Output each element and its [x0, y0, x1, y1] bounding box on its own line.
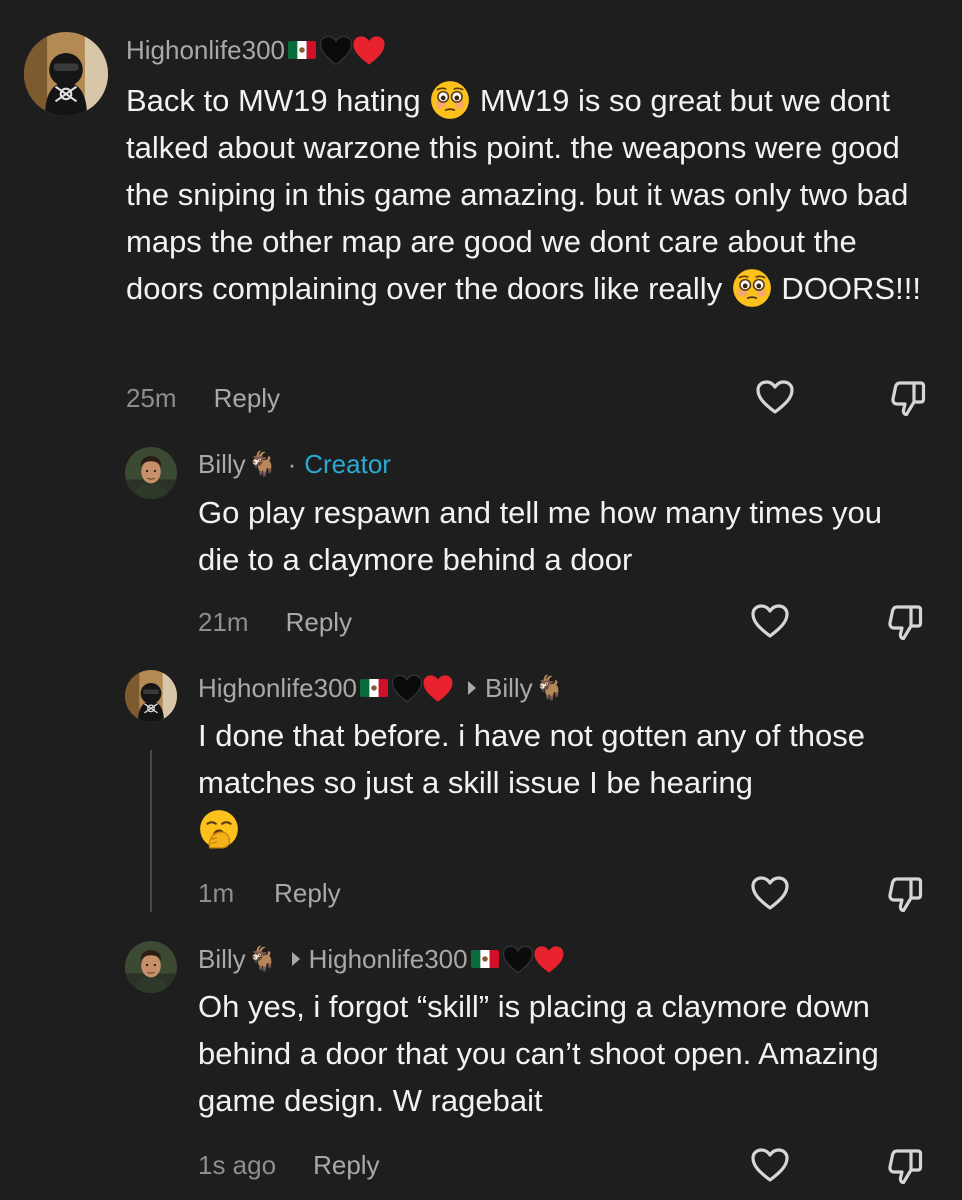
- comment-text: Oh yes, i forgot “skill” is placing a cl…: [198, 989, 879, 1118]
- red-heart-icon: [422, 674, 454, 703]
- red-heart-icon: [352, 35, 386, 66]
- comment-text: Go play respawn and tell me how many tim…: [198, 495, 883, 577]
- comment-meta: 1m Reply: [198, 875, 341, 911]
- comment-meta: 21m Reply: [198, 604, 352, 640]
- comment-header: Billy 🐐 · Creator: [198, 446, 391, 482]
- comment-header: Highonlife300 Billy 🐐: [198, 670, 565, 706]
- timestamp: 1s ago: [198, 1149, 277, 1180]
- thumbs-down-icon[interactable]: [885, 873, 925, 913]
- reply-button[interactable]: Reply: [313, 1150, 379, 1181]
- goat-emoji: 🐐: [534, 674, 565, 702]
- avatar[interactable]: [125, 670, 177, 722]
- black-heart-icon: [391, 674, 423, 703]
- thumbs-down-icon[interactable]: [885, 601, 925, 641]
- avatar[interactable]: [125, 447, 177, 499]
- flushed-face-icon: [429, 79, 471, 121]
- yawning-face-icon: [198, 808, 240, 850]
- separator-dot: ·: [287, 448, 297, 479]
- reply-to-username[interactable]: Billy: [485, 673, 533, 704]
- timestamp: 21m: [198, 606, 249, 637]
- comment-text: Back to MW19 hating MW19 is so great but…: [126, 77, 941, 312]
- comment-text: I done that before. i have not gotten an…: [198, 712, 933, 853]
- goat-emoji: 🐐: [247, 945, 278, 973]
- reply-to-username[interactable]: Highonlife300: [309, 944, 468, 975]
- comment-meta: 25m Reply: [126, 380, 280, 416]
- mexico-flag-icon: [288, 41, 316, 59]
- comment-meta: 1s ago Reply: [198, 1147, 380, 1183]
- thumbs-down-icon[interactable]: [885, 1145, 925, 1185]
- thumbs-down-icon[interactable]: [888, 377, 928, 417]
- username[interactable]: Billy: [198, 944, 246, 975]
- reply-button[interactable]: Reply: [274, 878, 340, 909]
- like-heart-icon[interactable]: [750, 875, 790, 911]
- username[interactable]: Billy: [198, 449, 246, 480]
- black-heart-icon: [319, 35, 353, 66]
- username[interactable]: Highonlife300: [126, 35, 285, 66]
- username[interactable]: Highonlife300: [198, 673, 357, 704]
- black-heart-icon: [502, 945, 534, 974]
- red-heart-icon: [533, 945, 565, 974]
- mexico-flag-icon: [471, 950, 499, 968]
- reply-button[interactable]: Reply: [286, 607, 352, 638]
- goat-emoji: 🐐: [247, 450, 278, 478]
- comment-header: Highonlife300: [126, 30, 386, 70]
- thread-line: [150, 750, 152, 912]
- timestamp: 25m: [126, 382, 177, 413]
- timestamp: 1m: [198, 877, 235, 908]
- creator-badge: Creator: [304, 448, 391, 479]
- reply-arrow-icon: [291, 952, 300, 966]
- flushed-face-icon: [731, 267, 773, 309]
- like-heart-icon[interactable]: [750, 1147, 790, 1183]
- like-heart-icon[interactable]: [755, 379, 795, 415]
- reply-button[interactable]: Reply: [214, 383, 280, 414]
- mexico-flag-icon: [360, 679, 388, 697]
- reply-arrow-icon: [468, 681, 477, 695]
- comment-header: Billy 🐐 Highonlife300: [198, 941, 565, 977]
- like-heart-icon[interactable]: [750, 603, 790, 639]
- avatar[interactable]: [125, 941, 177, 993]
- avatar[interactable]: [24, 32, 108, 116]
